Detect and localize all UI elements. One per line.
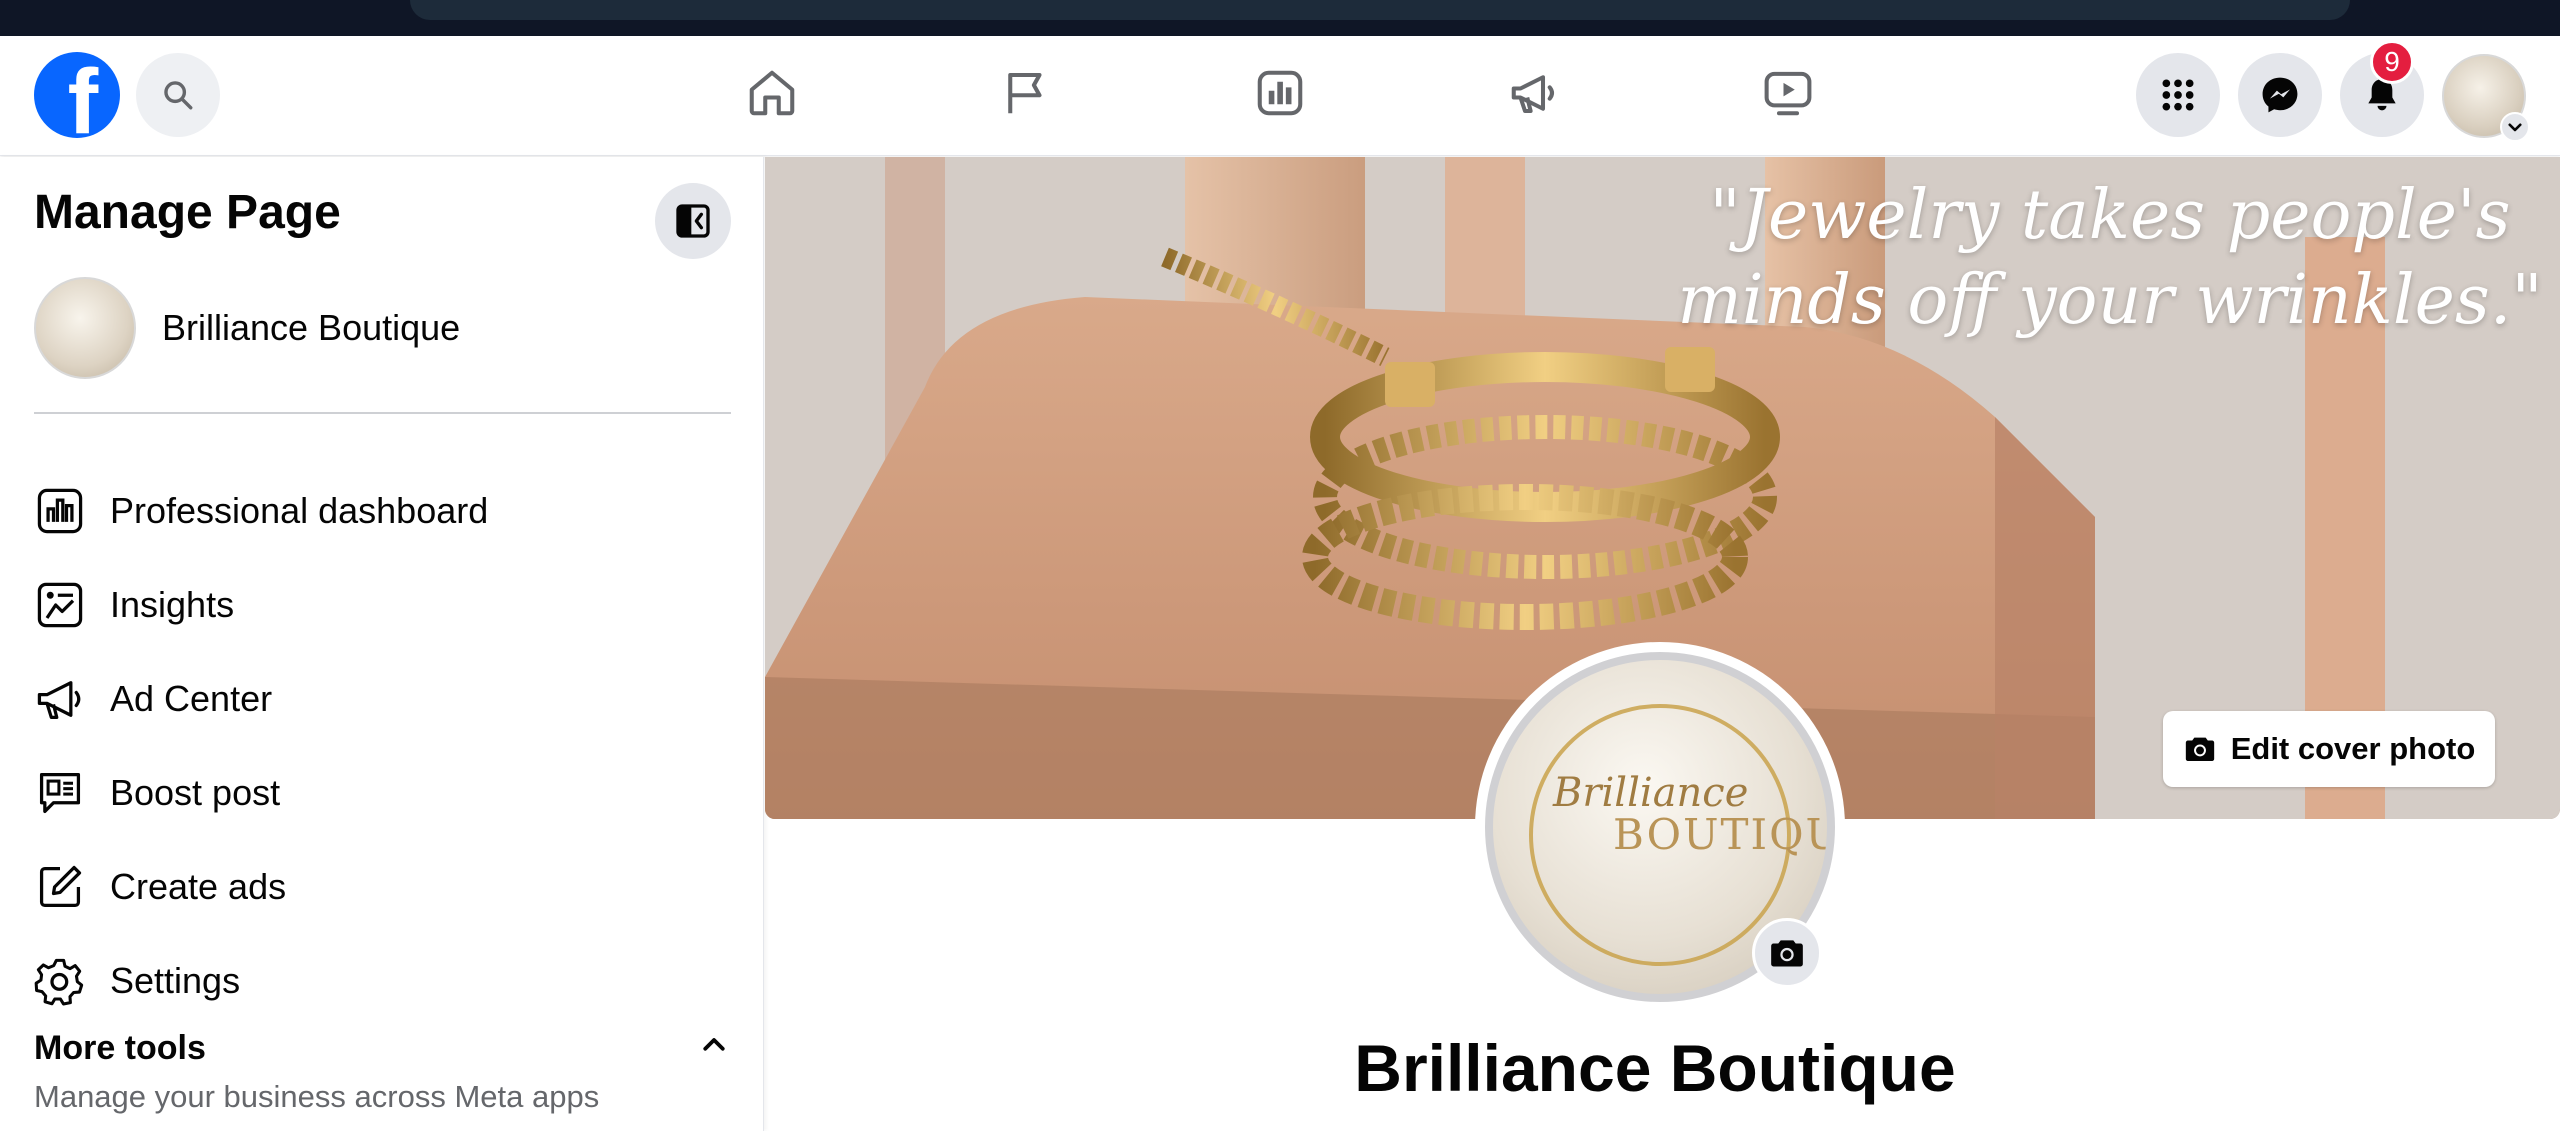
megaphone-icon <box>34 673 86 725</box>
sidebar-item-label: Boost post <box>110 772 281 813</box>
manage-page-sidebar: Manage Page Brilliance Boutique Professi… <box>0 157 764 1131</box>
notifications-badge: 9 <box>2370 40 2414 84</box>
video-icon <box>1764 71 1812 116</box>
home-icon <box>749 70 795 116</box>
edit-cover-photo-button[interactable]: Edit cover photo <box>2163 711 2495 787</box>
megaphone-icon <box>1511 75 1555 114</box>
sidebar-item-ad-center[interactable]: Ad Center <box>34 667 272 731</box>
edit-icon <box>34 861 86 913</box>
gear-icon <box>34 955 86 1007</box>
sidebar-item-create-ads[interactable]: Create ads <box>34 855 286 919</box>
sidebar-page-switcher[interactable]: Brilliance Boutique <box>34 277 460 379</box>
page-title: Brilliance Boutique <box>1354 1031 1956 1105</box>
nav-video-tab[interactable] <box>1758 58 1818 128</box>
camera-icon <box>1771 940 1803 967</box>
sidebar-item-label: Settings <box>110 960 241 1001</box>
facebook-logo-letter: f <box>67 52 99 138</box>
sidebar-toggle-icon <box>676 204 710 238</box>
insights-icon <box>34 579 86 631</box>
boost-post-icon <box>34 767 86 819</box>
top-navigation-bar: f 9 <box>0 36 2560 156</box>
search-button[interactable] <box>136 53 220 137</box>
facebook-logo[interactable]: f <box>34 52 120 138</box>
cover-quote-text: "Jewelry takes people's minds off your w… <box>1677 176 2543 340</box>
sidebar-item-label: Ad Center <box>110 678 273 719</box>
browser-address-pill <box>410 0 2350 20</box>
sidebar-title: Manage Page <box>34 186 341 239</box>
sidebar-item-professional-dashboard[interactable]: Professional dashboard <box>34 479 488 543</box>
more-tools-title: More tools <box>34 1029 206 1067</box>
camera-icon <box>2185 737 2214 762</box>
more-tools-subtitle: Manage your business across Meta apps <box>34 1079 600 1114</box>
sidebar-item-insights[interactable]: Insights <box>34 573 234 637</box>
sidebar-divider <box>34 412 731 414</box>
nav-home-tab[interactable] <box>742 58 802 128</box>
more-tools-collapse-button[interactable] <box>696 1027 732 1063</box>
edit-cover-photo-label: Edit cover photo <box>2230 731 2476 766</box>
sidebar-item-boost-post[interactable]: Boost post <box>34 761 280 825</box>
page-avatar <box>34 277 136 379</box>
messenger-icon <box>2262 77 2298 113</box>
browser-top-strip <box>0 0 2560 36</box>
search-icon <box>164 81 193 110</box>
menu-button[interactable] <box>2136 53 2220 137</box>
logo-text-boutique: BOUTIQUE <box>1613 810 1827 859</box>
chevron-down-icon <box>2508 123 2522 132</box>
dashboard-icon <box>1257 70 1303 116</box>
collapse-sidebar-button[interactable] <box>655 183 731 259</box>
sidebar-item-settings[interactable]: Settings <box>34 949 240 1013</box>
flag-icon <box>1008 72 1042 114</box>
update-profile-picture-button[interactable] <box>1752 918 1822 988</box>
messenger-button[interactable] <box>2238 53 2322 137</box>
nav-ads-tab[interactable] <box>1504 58 1564 128</box>
nav-pages-tab[interactable] <box>996 58 1056 128</box>
dashboard-icon <box>34 485 86 537</box>
grid-menu-icon <box>2162 79 2194 111</box>
sidebar-item-label: Create ads <box>110 866 287 907</box>
chevron-up-icon <box>703 1038 725 1051</box>
account-menu-caret[interactable] <box>2500 112 2530 142</box>
sidebar-item-label: Professional dashboard <box>110 490 489 531</box>
sidebar-page-name: Brilliance Boutique <box>162 307 461 348</box>
sidebar-item-label: Insights <box>110 584 235 625</box>
nav-dashboard-tab[interactable] <box>1250 58 1310 128</box>
